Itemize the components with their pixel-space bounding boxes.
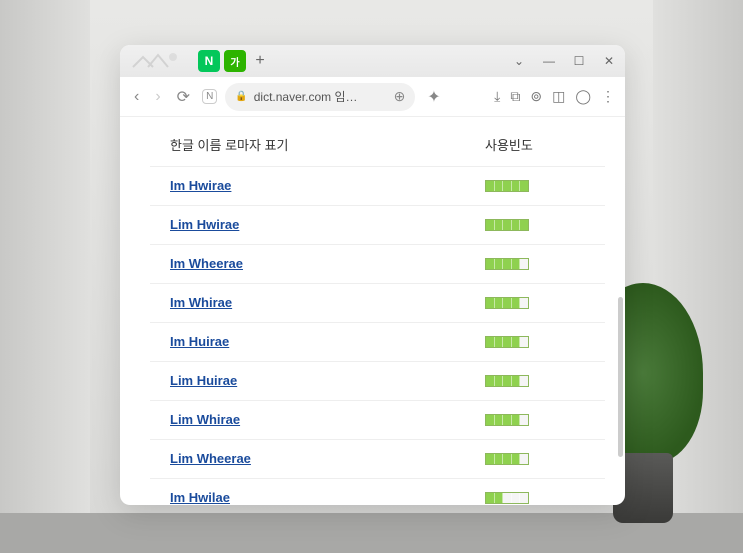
- frequency-bar: [485, 453, 529, 465]
- frequency-bar: [485, 180, 529, 192]
- table-row: Im Hwilae: [150, 478, 605, 505]
- table-row: Im Huirae: [150, 322, 605, 361]
- name-link[interactable]: Lim Hwirae: [170, 217, 239, 232]
- toolbar: ‹ › ⟳ N 🔒 dict.naver.com 임… ⊕ ✦ ⤓ ⧉ ⊚ ◫ …: [120, 77, 625, 117]
- new-tab-button[interactable]: +: [250, 52, 270, 70]
- frequency-bar: [485, 297, 529, 309]
- url-text: dict.naver.com 임…: [254, 88, 388, 105]
- reload-button[interactable]: ⟳: [173, 85, 194, 109]
- table-row: Im Hwirae: [150, 166, 605, 205]
- reader-icon[interactable]: ◫: [552, 88, 565, 105]
- frequency-bar: [485, 219, 529, 231]
- name-link[interactable]: Im Hwirae: [170, 178, 231, 193]
- table-row: Lim Whirae: [150, 400, 605, 439]
- header-name: 한글 이름 로마자 표기: [170, 135, 485, 154]
- frequency-bar: [485, 414, 529, 426]
- toolbar-icons: ⤓ ⧉ ⊚ ◫ ◯ ⋮: [494, 88, 615, 105]
- chevron-down-icon[interactable]: ⌄: [511, 54, 527, 68]
- profile-icon[interactable]: ◯: [575, 88, 591, 105]
- browser-window: N 가 + ⌄ — ☐ ✕ ‹ › ⟳ N 🔒 dict.naver.com 임…: [120, 45, 625, 505]
- copy-icon[interactable]: ⧉: [510, 88, 520, 105]
- name-link[interactable]: Im Huirae: [170, 334, 229, 349]
- frequency-bar: [485, 492, 529, 504]
- menu-icon[interactable]: ⋮: [601, 88, 615, 105]
- name-link[interactable]: Lim Wheerae: [170, 451, 251, 466]
- table-row: Lim Wheerae: [150, 439, 605, 478]
- table-row: Lim Hwirae: [150, 205, 605, 244]
- name-link[interactable]: Im Wheerae: [170, 256, 243, 271]
- titlebar: N 가 + ⌄ — ☐ ✕: [120, 45, 625, 77]
- table-row: Im Wheerae: [150, 244, 605, 283]
- table-row: Lim Huirae: [150, 361, 605, 400]
- minimize-button[interactable]: —: [541, 54, 557, 68]
- frequency-bar: [485, 375, 529, 387]
- scrollbar[interactable]: [618, 297, 623, 457]
- back-button[interactable]: ‹: [130, 86, 143, 108]
- app-icon[interactable]: N: [202, 89, 217, 104]
- tab-dict[interactable]: 가: [224, 50, 246, 72]
- name-link[interactable]: Lim Huirae: [170, 373, 237, 388]
- frequency-bar: [485, 336, 529, 348]
- table-header: 한글 이름 로마자 표기 사용빈도: [150, 127, 605, 166]
- wall-left: [0, 0, 90, 553]
- close-button[interactable]: ✕: [601, 54, 617, 68]
- tab-naver[interactable]: N: [198, 50, 220, 72]
- address-bar[interactable]: 🔒 dict.naver.com 임… ⊕: [225, 83, 415, 111]
- name-link[interactable]: Lim Whirae: [170, 412, 240, 427]
- lens-icon[interactable]: ⊚: [530, 88, 542, 105]
- window-controls: ⌄ — ☐ ✕: [511, 54, 617, 68]
- content-area: 한글 이름 로마자 표기 사용빈도 Im Hwirae Lim Hwirae Im …: [120, 117, 625, 505]
- lock-icon: 🔒: [235, 91, 247, 102]
- header-freq: 사용빈도: [485, 135, 565, 154]
- name-link[interactable]: Im Whirae: [170, 295, 232, 310]
- frequency-bar: [485, 258, 529, 270]
- table-row: Im Whirae: [150, 283, 605, 322]
- download-icon[interactable]: ⤓: [494, 88, 500, 105]
- titlebar-decor: [128, 49, 188, 73]
- zoom-icon[interactable]: ⊕: [394, 88, 406, 105]
- forward-button[interactable]: ›: [151, 86, 164, 108]
- star-icon[interactable]: ✦: [423, 85, 444, 109]
- tab-strip: N 가 +: [198, 50, 270, 72]
- name-link[interactable]: Im Hwilae: [170, 490, 230, 505]
- maximize-button[interactable]: ☐: [571, 54, 587, 68]
